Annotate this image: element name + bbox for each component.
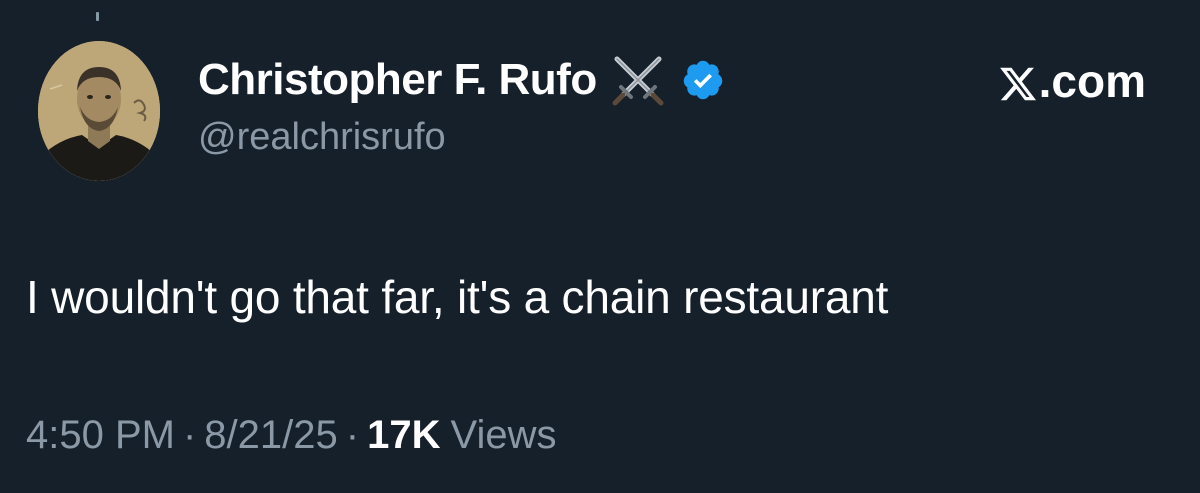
meta-separator: · bbox=[345, 413, 360, 457]
tweet-time[interactable]: 4:50 PM bbox=[26, 413, 175, 457]
display-name[interactable]: Christopher F. Rufo bbox=[198, 55, 597, 105]
meta-separator: · bbox=[182, 413, 197, 457]
views-count: 17K bbox=[367, 413, 441, 457]
scroll-indicator bbox=[96, 12, 99, 21]
brand-text: .com bbox=[1038, 55, 1146, 107]
verified-badge-icon[interactable] bbox=[681, 58, 725, 102]
views-label: Views bbox=[450, 413, 557, 457]
tweet-text: I wouldn't go that far, it's a chain res… bbox=[26, 271, 889, 323]
author-handle[interactable]: @realchrisrufo bbox=[198, 116, 446, 159]
crossed-swords-icon bbox=[609, 51, 667, 109]
tweet-card: Christopher F. Rufo @realchrisrufo .com … bbox=[0, 0, 1200, 493]
x-logo-icon bbox=[998, 61, 1038, 101]
tweet-date[interactable]: 8/21/25 bbox=[204, 413, 337, 457]
brand-x-com: .com bbox=[998, 54, 1146, 108]
author-name-row: Christopher F. Rufo bbox=[198, 52, 725, 108]
tweet-meta: 4:50 PM · 8/21/25 · 17K Views bbox=[26, 413, 556, 458]
avatar-photo bbox=[38, 41, 160, 181]
avatar[interactable] bbox=[38, 41, 160, 181]
